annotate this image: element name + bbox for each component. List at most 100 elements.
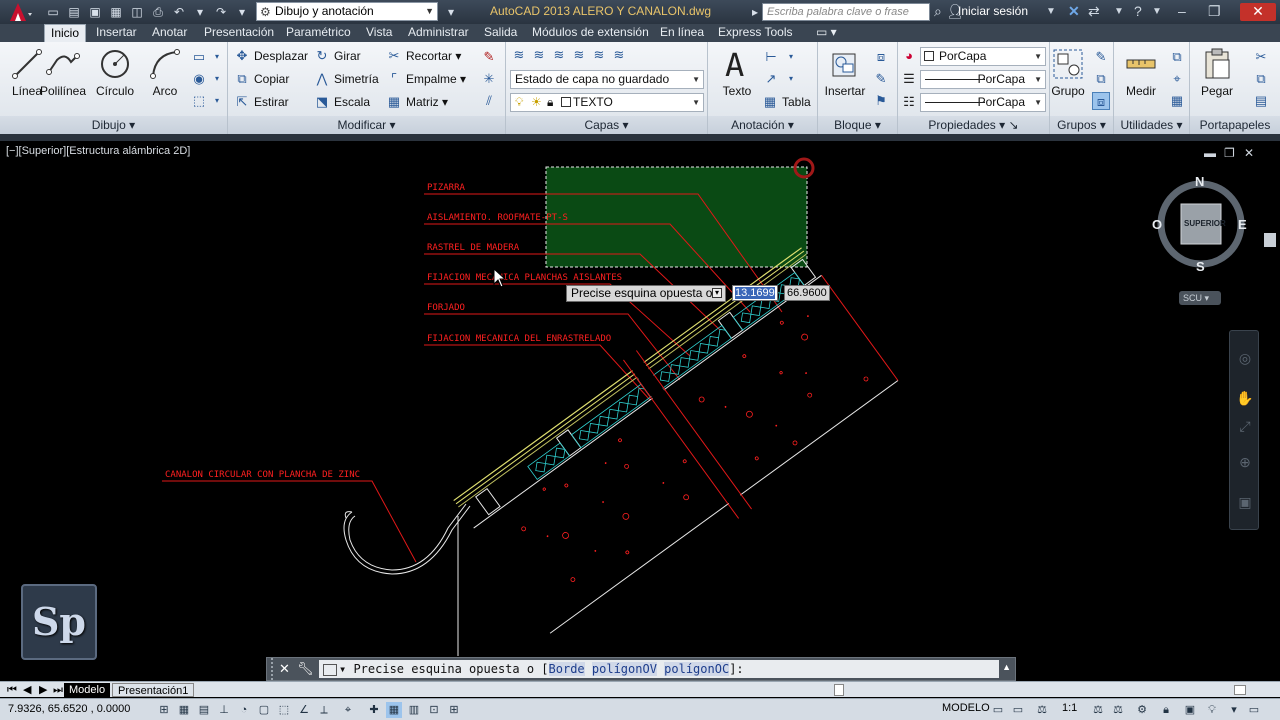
panel-title-propiedades[interactable]: Propiedades ▾ ↘ [898, 116, 1049, 134]
signin-dropdown-icon[interactable]: ▼ [1046, 6, 1056, 17]
match-properties-icon[interactable]: ▤ [1252, 92, 1270, 110]
array-button[interactable]: ▦ Matriz ▾ [386, 92, 448, 112]
status-menu-icon[interactable]: ▾ [1226, 702, 1242, 718]
trim-button[interactable]: ✂ Recortar ▾ [386, 46, 462, 66]
boundary-icon[interactable]: ⬚ [190, 92, 208, 110]
tab-presentacion1[interactable]: Presentación1 [112, 683, 195, 697]
grid-display-icon[interactable]: ▤ [196, 702, 212, 718]
circle-tool-button[interactable]: Círculo [88, 46, 142, 98]
horizontal-scroll-right[interactable] [1234, 685, 1246, 695]
command-option-poligonoc[interactable]: polígonOC [664, 662, 730, 676]
measure-button[interactable]: Medir [1114, 46, 1168, 98]
stretch-button[interactable]: ⇱ Estirar [234, 92, 289, 112]
layer-iso-icon[interactable]: ≋ [610, 46, 628, 64]
leader-icon[interactable]: ↗ [762, 70, 780, 88]
hatch-dropdown-icon[interactable]: ▾ [208, 70, 226, 88]
quick-view-layouts-icon[interactable]: ▭ [990, 702, 1006, 718]
scroll-handle[interactable] [1264, 233, 1276, 247]
help-search-input[interactable]: Escriba palabra clave o frase [762, 3, 930, 21]
coordinates-readout[interactable]: 7.9326, 65.6520 , 0.0000 [8, 703, 130, 715]
tab-salida[interactable]: Salida [478, 24, 523, 42]
dimension-icon[interactable]: ⊢ [762, 48, 780, 66]
copy-button[interactable]: ⧉ Copiar [234, 69, 289, 89]
tab-express-tools[interactable]: Express Tools [712, 24, 798, 42]
offset-icon[interactable]: ⫽ [480, 92, 498, 110]
compass-south[interactable]: S [1196, 259, 1205, 274]
undo-icon[interactable]: ↶ [170, 3, 188, 21]
help-dropdown-icon[interactable]: ▼ [1152, 6, 1162, 17]
tab-en-linea[interactable]: En línea [654, 24, 710, 42]
redo-dropdown-icon[interactable]: ▾ [233, 3, 251, 21]
dynamic-ucs-icon[interactable]: ⟂ [316, 702, 332, 718]
undo-dropdown-icon[interactable]: ▾ [191, 3, 209, 21]
layer-properties-icon[interactable]: ≋ [510, 46, 528, 64]
leader-dropdown-icon[interactable]: ▾ [782, 70, 800, 88]
group-edit-icon[interactable]: ⧉ [1092, 70, 1110, 88]
dynamic-input-x-field[interactable]: 13.1699 [732, 285, 778, 301]
snap-mode-icon[interactable]: ▦ [176, 702, 192, 718]
layer-freeze-icon[interactable]: ≋ [530, 46, 548, 64]
help-icon[interactable]: ? [1134, 3, 1142, 19]
linetype-select[interactable]: PorCapa ▼ [920, 70, 1046, 89]
color-select[interactable]: PorCapa ▼ [920, 47, 1046, 66]
tab-parametrico[interactable]: Paramétrico [280, 24, 357, 42]
hardware-acceleration-icon[interactable]: ▣ [1182, 702, 1198, 718]
save-icon[interactable]: ▣ [86, 3, 104, 21]
layer-lock-icon[interactable]: ≋ [570, 46, 588, 64]
linetype-icon[interactable]: ☷ [900, 93, 918, 111]
tab-modulos[interactable]: Módulos de extensión [526, 24, 655, 42]
annotation-monitor-icon[interactable]: ⊞ [446, 702, 462, 718]
open-folder-icon[interactable]: ▤ [65, 3, 83, 21]
infer-constraints-icon[interactable]: ⊞ [156, 702, 172, 718]
compass-north[interactable]: N [1195, 174, 1204, 189]
layer-state-select[interactable]: Estado de capa no guardado ▼ [510, 70, 704, 89]
orbit-icon[interactable]: ⊕ [1234, 451, 1256, 473]
lineweight-toggle-icon[interactable]: ✚ [366, 702, 382, 718]
tab-insertar[interactable]: Insertar [90, 24, 143, 42]
group-button[interactable]: Grupo [1044, 46, 1092, 98]
move-button[interactable]: ✥ Desplazar [234, 46, 308, 66]
quick-properties-icon[interactable]: ▥ [406, 702, 422, 718]
isolate-objects-icon[interactable]: 💡︎ [1204, 702, 1220, 718]
panel-title-grupos[interactable]: Grupos ▾ [1050, 116, 1113, 134]
ortho-mode-icon[interactable]: ⊥ [216, 702, 232, 718]
clean-screen-icon[interactable]: ▭ [1246, 702, 1262, 718]
lineweight-select[interactable]: PorCapa ▼ [920, 93, 1046, 112]
plot-icon[interactable]: ⎙ [149, 3, 167, 21]
workspace-selector[interactable]: ⚙ Dibujo y anotación ▼ [256, 2, 438, 21]
quick-select-icon[interactable]: ⧉ [1168, 48, 1186, 66]
horizontal-scroll-thumb[interactable] [834, 684, 844, 696]
close-command-line-icon[interactable]: ✕ [279, 661, 290, 677]
rectangle-dropdown-icon[interactable]: ▾ [208, 48, 226, 66]
steering-wheel-icon[interactable]: ◎ [1234, 347, 1256, 369]
insert-block-button[interactable]: Insertar [818, 46, 872, 98]
dimension-dropdown-icon[interactable]: ▾ [782, 48, 800, 66]
pan-icon[interactable]: ✋ [1234, 387, 1256, 409]
dynamic-input-icon[interactable]: ⌖ [340, 702, 356, 718]
3d-osnap-icon[interactable]: ⬚ [276, 702, 292, 718]
layer-match-icon[interactable]: ≋ [590, 46, 608, 64]
selection-cycling-icon[interactable]: ⊡ [426, 702, 442, 718]
exchange-icon[interactable]: ✕ [1068, 3, 1080, 20]
calculator-icon[interactable]: ▦ [1168, 92, 1186, 110]
boundary-dropdown-icon[interactable]: ▾ [208, 92, 226, 110]
customize-wrench-icon[interactable]: 🔧︎ [297, 661, 314, 677]
group-selection-icon[interactable]: ⧈ [1092, 92, 1110, 110]
panel-title-utilidades[interactable]: Utilidades ▾ [1114, 116, 1189, 134]
showmotion-icon[interactable]: ▣ [1234, 491, 1256, 513]
edit-block-icon[interactable]: ✎ [872, 70, 890, 88]
drawing-canvas[interactable]: [−][Superior][Estructura alámbrica 2D] ▬… [0, 141, 1280, 660]
model-space-toggle[interactable]: MODELO [942, 702, 990, 714]
cut-icon[interactable]: ✂ [1252, 48, 1270, 66]
application-menu-button[interactable] [0, 0, 40, 24]
ungroup-icon[interactable]: ✎ [1092, 48, 1110, 66]
tab-inicio[interactable]: Inicio [44, 24, 87, 42]
zoom-icon[interactable]: ⤢ [1234, 415, 1256, 437]
dynamic-input-options-icon[interactable]: ▾ [712, 288, 722, 298]
annotation-scale-icon[interactable]: ⚖ [1034, 702, 1050, 718]
select-all-icon[interactable]: ⌖ [1168, 70, 1186, 88]
polyline-tool-button[interactable]: Polilínea [36, 46, 90, 98]
panel-title-capas[interactable]: Capas ▾ [506, 116, 707, 134]
tab-presentacion[interactable]: Presentación [198, 24, 280, 42]
scale-button[interactable]: ⬔ Escala [314, 92, 370, 112]
